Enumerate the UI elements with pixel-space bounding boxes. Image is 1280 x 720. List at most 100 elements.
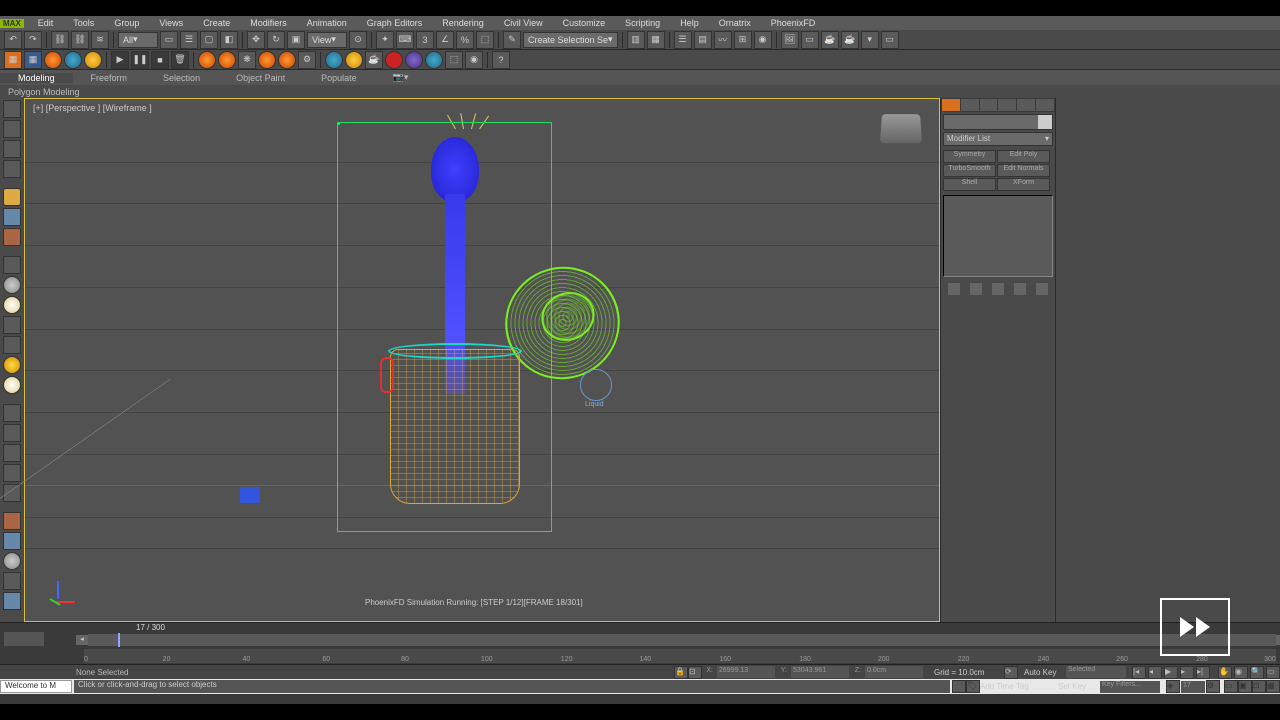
unlink-button[interactable]: ⛓ — [71, 31, 89, 49]
key-mode-dropdown[interactable]: Selected — [1066, 666, 1126, 678]
ltool-9[interactable] — [3, 276, 21, 294]
cmd-tab-utilities[interactable] — [1036, 99, 1054, 111]
add-time-tag[interactable]: Add Time Tag — [980, 682, 1040, 691]
render-last-button[interactable]: ▭ — [881, 31, 899, 49]
ltool-11[interactable] — [3, 316, 21, 334]
menu-group[interactable]: Group — [104, 18, 149, 28]
render-setup-button[interactable]: 🖼 — [781, 31, 799, 49]
menu-modifiers[interactable]: Modifiers — [240, 18, 297, 28]
timeline-config-button[interactable] — [4, 632, 44, 646]
menu-edit[interactable]: Edit — [28, 18, 64, 28]
nav-region-button[interactable]: ⊡ — [1252, 680, 1266, 693]
ltool-12[interactable] — [3, 336, 21, 354]
goto-end-button[interactable]: ▸| — [1196, 666, 1210, 679]
mod-btn-editnormals[interactable]: Edit Normals — [997, 164, 1050, 177]
modifier-list-dropdown[interactable]: Modifier List▾ — [943, 132, 1053, 146]
scene-explorer-button[interactable]: ▤ — [694, 31, 712, 49]
render-button[interactable]: ☕ — [821, 31, 839, 49]
curve-editor-button[interactable]: 〰 — [714, 31, 732, 49]
window-crossing-button[interactable]: ◧ — [220, 31, 238, 49]
phx-stop-button[interactable]: ■ — [151, 51, 169, 69]
selection-filter-dropdown[interactable]: All▾ — [118, 32, 158, 48]
tag-icon[interactable]: 🏷 — [966, 680, 980, 693]
current-frame-field[interactable]: 17 — [1181, 681, 1205, 693]
object-name-field[interactable] — [943, 114, 1053, 130]
phx-preset4-button[interactable] — [258, 51, 276, 69]
cmd-tab-motion[interactable] — [998, 99, 1016, 111]
ribbon-tab-modeling[interactable]: Modeling — [0, 73, 73, 83]
phx-grid-button[interactable]: ▦ — [24, 51, 42, 69]
phx-preset1-button[interactable] — [198, 51, 216, 69]
ltool-4[interactable] — [3, 160, 21, 178]
ltool-15[interactable] — [3, 404, 21, 422]
nav-zoom-ext-button[interactable]: ▣ — [1238, 680, 1252, 693]
phx-liq2-button[interactable] — [345, 51, 363, 69]
material-editor-button[interactable]: ◉ — [754, 31, 772, 49]
select-button[interactable]: ▭ — [160, 31, 178, 49]
ltool-8[interactable] — [3, 256, 21, 274]
ribbon-tab-selection[interactable]: Selection — [145, 73, 218, 83]
menu-grapheditors[interactable]: Graph Editors — [357, 18, 433, 28]
time-config-button[interactable]: ⚙ — [1206, 680, 1220, 693]
y-field[interactable]: 53043.961 — [791, 666, 849, 678]
phx-source-button[interactable] — [84, 51, 102, 69]
menu-customize[interactable]: Customize — [553, 18, 616, 28]
nav-max-button[interactable]: ▦ — [1266, 680, 1280, 693]
pivot-button[interactable]: ⊙ — [349, 31, 367, 49]
redo-button[interactable]: ↷ — [24, 31, 42, 49]
nav-zoom-all-button[interactable]: ▭ — [1224, 680, 1238, 693]
phx-sim-liquid-button[interactable] — [64, 51, 82, 69]
nav-pan-button[interactable]: ✋ — [1218, 666, 1232, 679]
rotate-button[interactable]: ↻ — [267, 31, 285, 49]
prev-frame-button[interactable]: ◂ — [1148, 666, 1162, 679]
move-button[interactable]: ✥ — [247, 31, 265, 49]
nav-zoom-button[interactable]: 🔍 — [1250, 666, 1264, 679]
time-ruler[interactable]: 0 20 40 60 80 100 120 140 160 180 200 22… — [0, 648, 1280, 664]
ltool-7[interactable] — [3, 228, 21, 246]
phx-preset6-button[interactable]: ⚙ — [298, 51, 316, 69]
ltool-14[interactable] — [3, 376, 21, 394]
select-rect-button[interactable]: ▢ — [200, 31, 218, 49]
coord-toggle-button[interactable]: ⟳ — [1004, 666, 1018, 679]
render-frame-button[interactable]: ▭ — [801, 31, 819, 49]
phx-sim-fire-button[interactable] — [44, 51, 62, 69]
modifier-stack[interactable] — [943, 195, 1053, 277]
phx-liq4-button[interactable] — [385, 51, 403, 69]
phx-preset3-button[interactable]: ❋ — [238, 51, 256, 69]
phx-delete-button[interactable]: 🗑 — [171, 51, 189, 69]
phx-liq1-button[interactable] — [325, 51, 343, 69]
autokey-button[interactable]: Auto Key — [1024, 668, 1066, 677]
render-prod-button[interactable]: ☕ — [841, 31, 859, 49]
cmd-tab-hierarchy[interactable] — [980, 99, 998, 111]
stack-show-icon[interactable] — [970, 283, 982, 295]
render-preset-button[interactable]: ▾ — [861, 31, 879, 49]
angle-snap-button[interactable]: ∠ — [436, 31, 454, 49]
ltool-24[interactable] — [3, 592, 21, 610]
menu-scripting[interactable]: Scripting — [615, 18, 670, 28]
menu-create[interactable]: Create — [193, 18, 240, 28]
isolate-button[interactable] — [952, 680, 966, 693]
phx-play-button[interactable]: ▶ — [111, 51, 129, 69]
menu-phoenixfd[interactable]: PhoenixFD — [761, 18, 826, 28]
time-prev-button[interactable]: ◂ — [76, 635, 88, 645]
stack-remove-icon[interactable] — [1014, 283, 1026, 295]
named-selection-dropdown[interactable]: Create Selection Se▾ — [523, 32, 618, 48]
ltool-13[interactable] — [3, 356, 21, 374]
keyboard-button[interactable]: ⌨ — [396, 31, 414, 49]
ltool-18[interactable] — [3, 464, 21, 482]
phx-pause-button[interactable]: ❚❚ — [131, 51, 149, 69]
ltool-16[interactable] — [3, 424, 21, 442]
time-slider-track[interactable]: ◂ 17 / 300 ▸ — [88, 634, 1276, 646]
time-marker[interactable] — [118, 633, 120, 647]
stack-config-icon[interactable] — [1036, 283, 1048, 295]
phx-liq5-button[interactable] — [405, 51, 423, 69]
phx-liq8-button[interactable]: ◉ — [465, 51, 483, 69]
ltool-21[interactable] — [3, 532, 21, 550]
ltool-6[interactable] — [3, 208, 21, 226]
phx-liq3-button[interactable]: ☕ — [365, 51, 383, 69]
x-field[interactable]: 26999.13 — [717, 666, 775, 678]
bind-button[interactable]: ≋ — [91, 31, 109, 49]
ref-coord-dropdown[interactable]: View▾ — [307, 32, 347, 48]
ribbon-camera-icon[interactable]: 📷▾ — [375, 72, 427, 83]
align-button[interactable]: ▦ — [647, 31, 665, 49]
